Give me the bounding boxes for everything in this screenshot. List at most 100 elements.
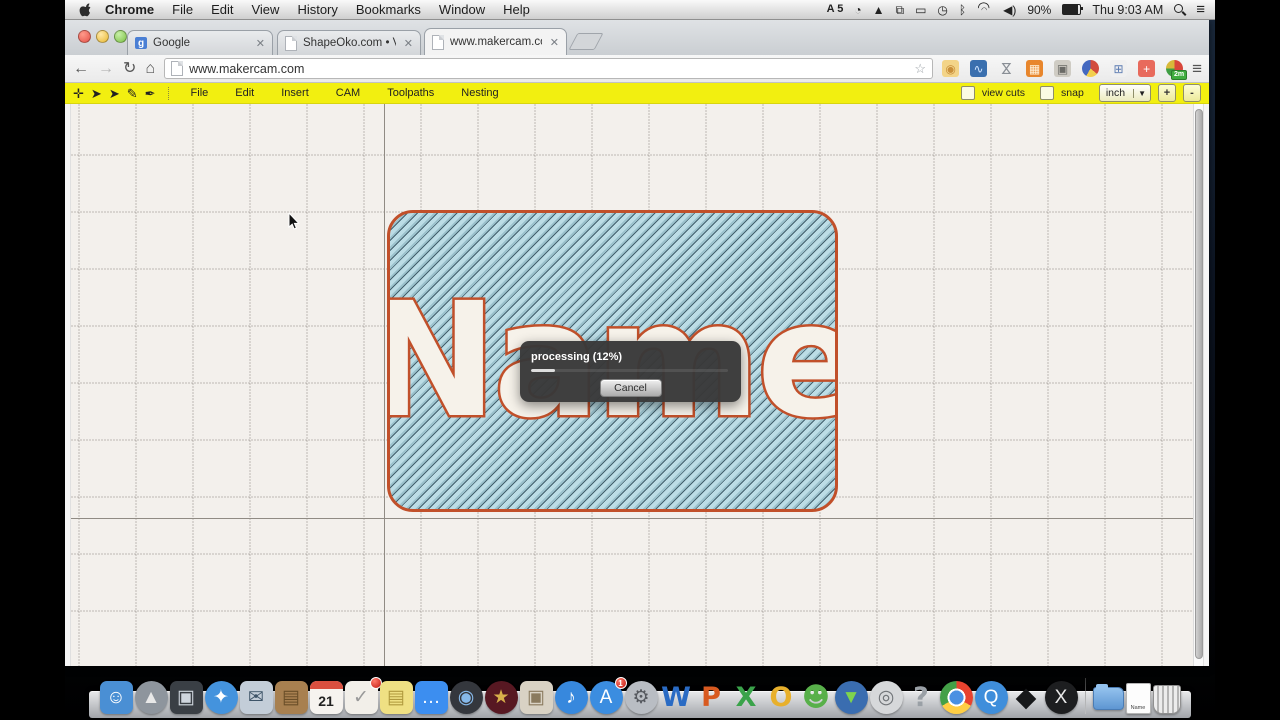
ext-add[interactable]: + bbox=[1138, 60, 1155, 77]
makercam-menu-cam[interactable]: CAM bbox=[336, 87, 360, 99]
notification-center-icon[interactable]: ≡ bbox=[1196, 2, 1205, 17]
dock-calendar[interactable]: 21 bbox=[310, 681, 343, 714]
zoom-window-button[interactable] bbox=[114, 30, 127, 43]
tab-shapeoko[interactable]: ShapeOko.com • View topic ✕ bbox=[277, 30, 421, 55]
back-button[interactable]: ← bbox=[73, 61, 89, 77]
ext-pie-chart[interactable] bbox=[1082, 60, 1099, 77]
menubar-item-view[interactable]: View bbox=[251, 2, 279, 17]
menubar-item-file[interactable]: File bbox=[172, 2, 193, 17]
vertical-scrollbar[interactable] bbox=[1193, 104, 1203, 666]
volume-icon[interactable]: ◀) bbox=[1003, 4, 1016, 16]
zoom-out-button[interactable]: - bbox=[1183, 84, 1201, 102]
ext-screenshot[interactable]: ▣ bbox=[1054, 60, 1071, 77]
wifi-icon[interactable] bbox=[977, 4, 992, 15]
pan-hand-tool-icon[interactable]: ✛ bbox=[73, 87, 84, 100]
close-window-button[interactable] bbox=[78, 30, 91, 43]
dock-excel[interactable]: X bbox=[730, 681, 763, 714]
chrome-menu-icon[interactable]: ≡ bbox=[1192, 59, 1201, 79]
menubar-item-edit[interactable]: Edit bbox=[211, 2, 233, 17]
snap-checkbox[interactable] bbox=[1040, 86, 1054, 100]
dock-help[interactable]: ? bbox=[905, 681, 938, 714]
makercam-menu-file[interactable]: File bbox=[191, 87, 209, 99]
address-bar[interactable]: www.makercam.com ☆ bbox=[164, 58, 933, 79]
dock-trash[interactable] bbox=[1153, 685, 1181, 714]
dock-mail[interactable]: ✉ bbox=[240, 681, 273, 714]
makercam-menu-edit[interactable]: Edit bbox=[235, 87, 254, 99]
dock-imovie[interactable]: ★ bbox=[485, 681, 518, 714]
dock-iphoto[interactable]: ▣ bbox=[520, 681, 553, 714]
ext-analytics[interactable]: ▦ bbox=[1026, 60, 1043, 77]
select-arrow-tool-icon[interactable]: ➤ bbox=[91, 87, 102, 100]
forward-button[interactable]: → bbox=[98, 61, 114, 77]
dock-chrome[interactable] bbox=[940, 681, 973, 714]
menubar-item-window[interactable]: Window bbox=[439, 2, 485, 17]
dock-contacts[interactable]: ▤ bbox=[275, 681, 308, 714]
dock-mission-control[interactable]: ▣ bbox=[170, 681, 203, 714]
cancel-button[interactable]: Cancel bbox=[600, 379, 662, 397]
time-machine-icon[interactable]: ◷ bbox=[937, 4, 947, 16]
makercam-menu-insert[interactable]: Insert bbox=[281, 87, 309, 99]
makercam-menu-nesting[interactable]: Nesting bbox=[461, 87, 498, 99]
progress-bar bbox=[531, 369, 728, 372]
dock-file-name[interactable]: Name bbox=[1126, 683, 1151, 714]
reload-button[interactable]: ↻ bbox=[123, 61, 136, 77]
ext-stocks-chart[interactable]: ∿ bbox=[970, 60, 987, 77]
menubar-item-history[interactable]: History bbox=[297, 2, 337, 17]
tab-close-icon[interactable]: ✕ bbox=[404, 37, 413, 50]
dock-app-store[interactable]: A1 bbox=[590, 681, 623, 714]
dock-notes[interactable]: ▤ bbox=[380, 681, 413, 714]
add-select-tool-icon[interactable]: ➤ bbox=[109, 87, 120, 100]
dock-word[interactable]: W bbox=[660, 681, 693, 714]
tab-makercam[interactable]: www.makercam.com ✕ bbox=[424, 28, 567, 55]
spotlight-icon[interactable] bbox=[1174, 4, 1185, 15]
dock-reminders[interactable]: ✓ bbox=[345, 681, 378, 714]
makercam-menu-toolpaths[interactable]: Toolpaths bbox=[387, 87, 434, 99]
ext-speed-gauge[interactable]: 2m bbox=[1166, 60, 1183, 77]
dock-itunes[interactable]: ♪ bbox=[555, 681, 588, 714]
dock-system-preferences[interactable]: ⚙ bbox=[625, 681, 658, 714]
dock-downloads-globe[interactable]: ▼ bbox=[835, 681, 868, 714]
screen-share-icon[interactable]: ⧉ bbox=[895, 4, 904, 16]
drive-icon[interactable]: ▲ bbox=[873, 4, 885, 16]
dock-safari[interactable]: ✦ bbox=[205, 681, 238, 714]
bookmark-star-icon[interactable]: ☆ bbox=[914, 61, 926, 77]
dock-inkscape[interactable]: ◆ bbox=[1010, 681, 1043, 714]
menubar-item-bookmarks[interactable]: Bookmarks bbox=[356, 2, 421, 17]
dock-quicktime[interactable]: Q bbox=[975, 681, 1008, 714]
tab-title: Google bbox=[153, 37, 248, 49]
ext-speed-gauge-badge: 2m bbox=[1171, 70, 1187, 80]
dock-media-disc[interactable]: ◎ bbox=[870, 681, 903, 714]
bluetooth-icon[interactable]: ᛒ bbox=[959, 4, 966, 16]
dock-messenger[interactable]: ☻ bbox=[800, 681, 833, 714]
pen-tool-icon[interactable]: ✒ bbox=[145, 87, 156, 100]
scrollbar-thumb[interactable] bbox=[1195, 109, 1203, 659]
view-cuts-checkbox[interactable] bbox=[961, 86, 975, 100]
apple-menu-icon[interactable] bbox=[79, 3, 91, 17]
dock-documents-folder[interactable] bbox=[1093, 687, 1124, 710]
sync-icon[interactable]: ◔ bbox=[854, 4, 861, 16]
pencil-tool-icon[interactable]: ✎ bbox=[127, 87, 138, 100]
dock-facetime[interactable]: ◉ bbox=[450, 681, 483, 714]
dock-messages[interactable]: … bbox=[415, 681, 448, 714]
tab-close-icon[interactable]: ✕ bbox=[550, 36, 559, 49]
input-source-icon[interactable]: A 5 bbox=[827, 4, 844, 15]
dock-launchpad[interactable]: ▲ bbox=[135, 681, 168, 714]
ext-hourglass[interactable]: ⋈ bbox=[998, 60, 1015, 77]
dock-outlook[interactable]: O bbox=[765, 681, 798, 714]
tab-google[interactable]: g Google ✕ bbox=[127, 30, 273, 55]
dock-xquartz[interactable]: X bbox=[1045, 681, 1078, 714]
menubar-clock[interactable]: Thu 9:03 AM bbox=[1092, 3, 1163, 17]
tab-close-icon[interactable]: ✕ bbox=[256, 37, 265, 50]
dock-finder[interactable]: ☺ bbox=[100, 681, 133, 714]
ext-number-grid[interactable]: ⊞ bbox=[1110, 60, 1127, 77]
units-dropdown[interactable]: inch ▼ bbox=[1099, 84, 1151, 102]
minimize-window-button[interactable] bbox=[96, 30, 109, 43]
menubar-app-name[interactable]: Chrome bbox=[105, 2, 154, 17]
zoom-in-button[interactable]: + bbox=[1158, 84, 1176, 102]
ext-pet[interactable]: ◉ bbox=[942, 60, 959, 77]
home-button[interactable]: ⌂ bbox=[145, 61, 155, 77]
dock-powerpoint[interactable]: P bbox=[695, 681, 728, 714]
menubar-item-help[interactable]: Help bbox=[503, 2, 530, 17]
airplay-icon[interactable]: ▭ bbox=[915, 4, 926, 16]
new-tab-button[interactable] bbox=[568, 33, 603, 50]
